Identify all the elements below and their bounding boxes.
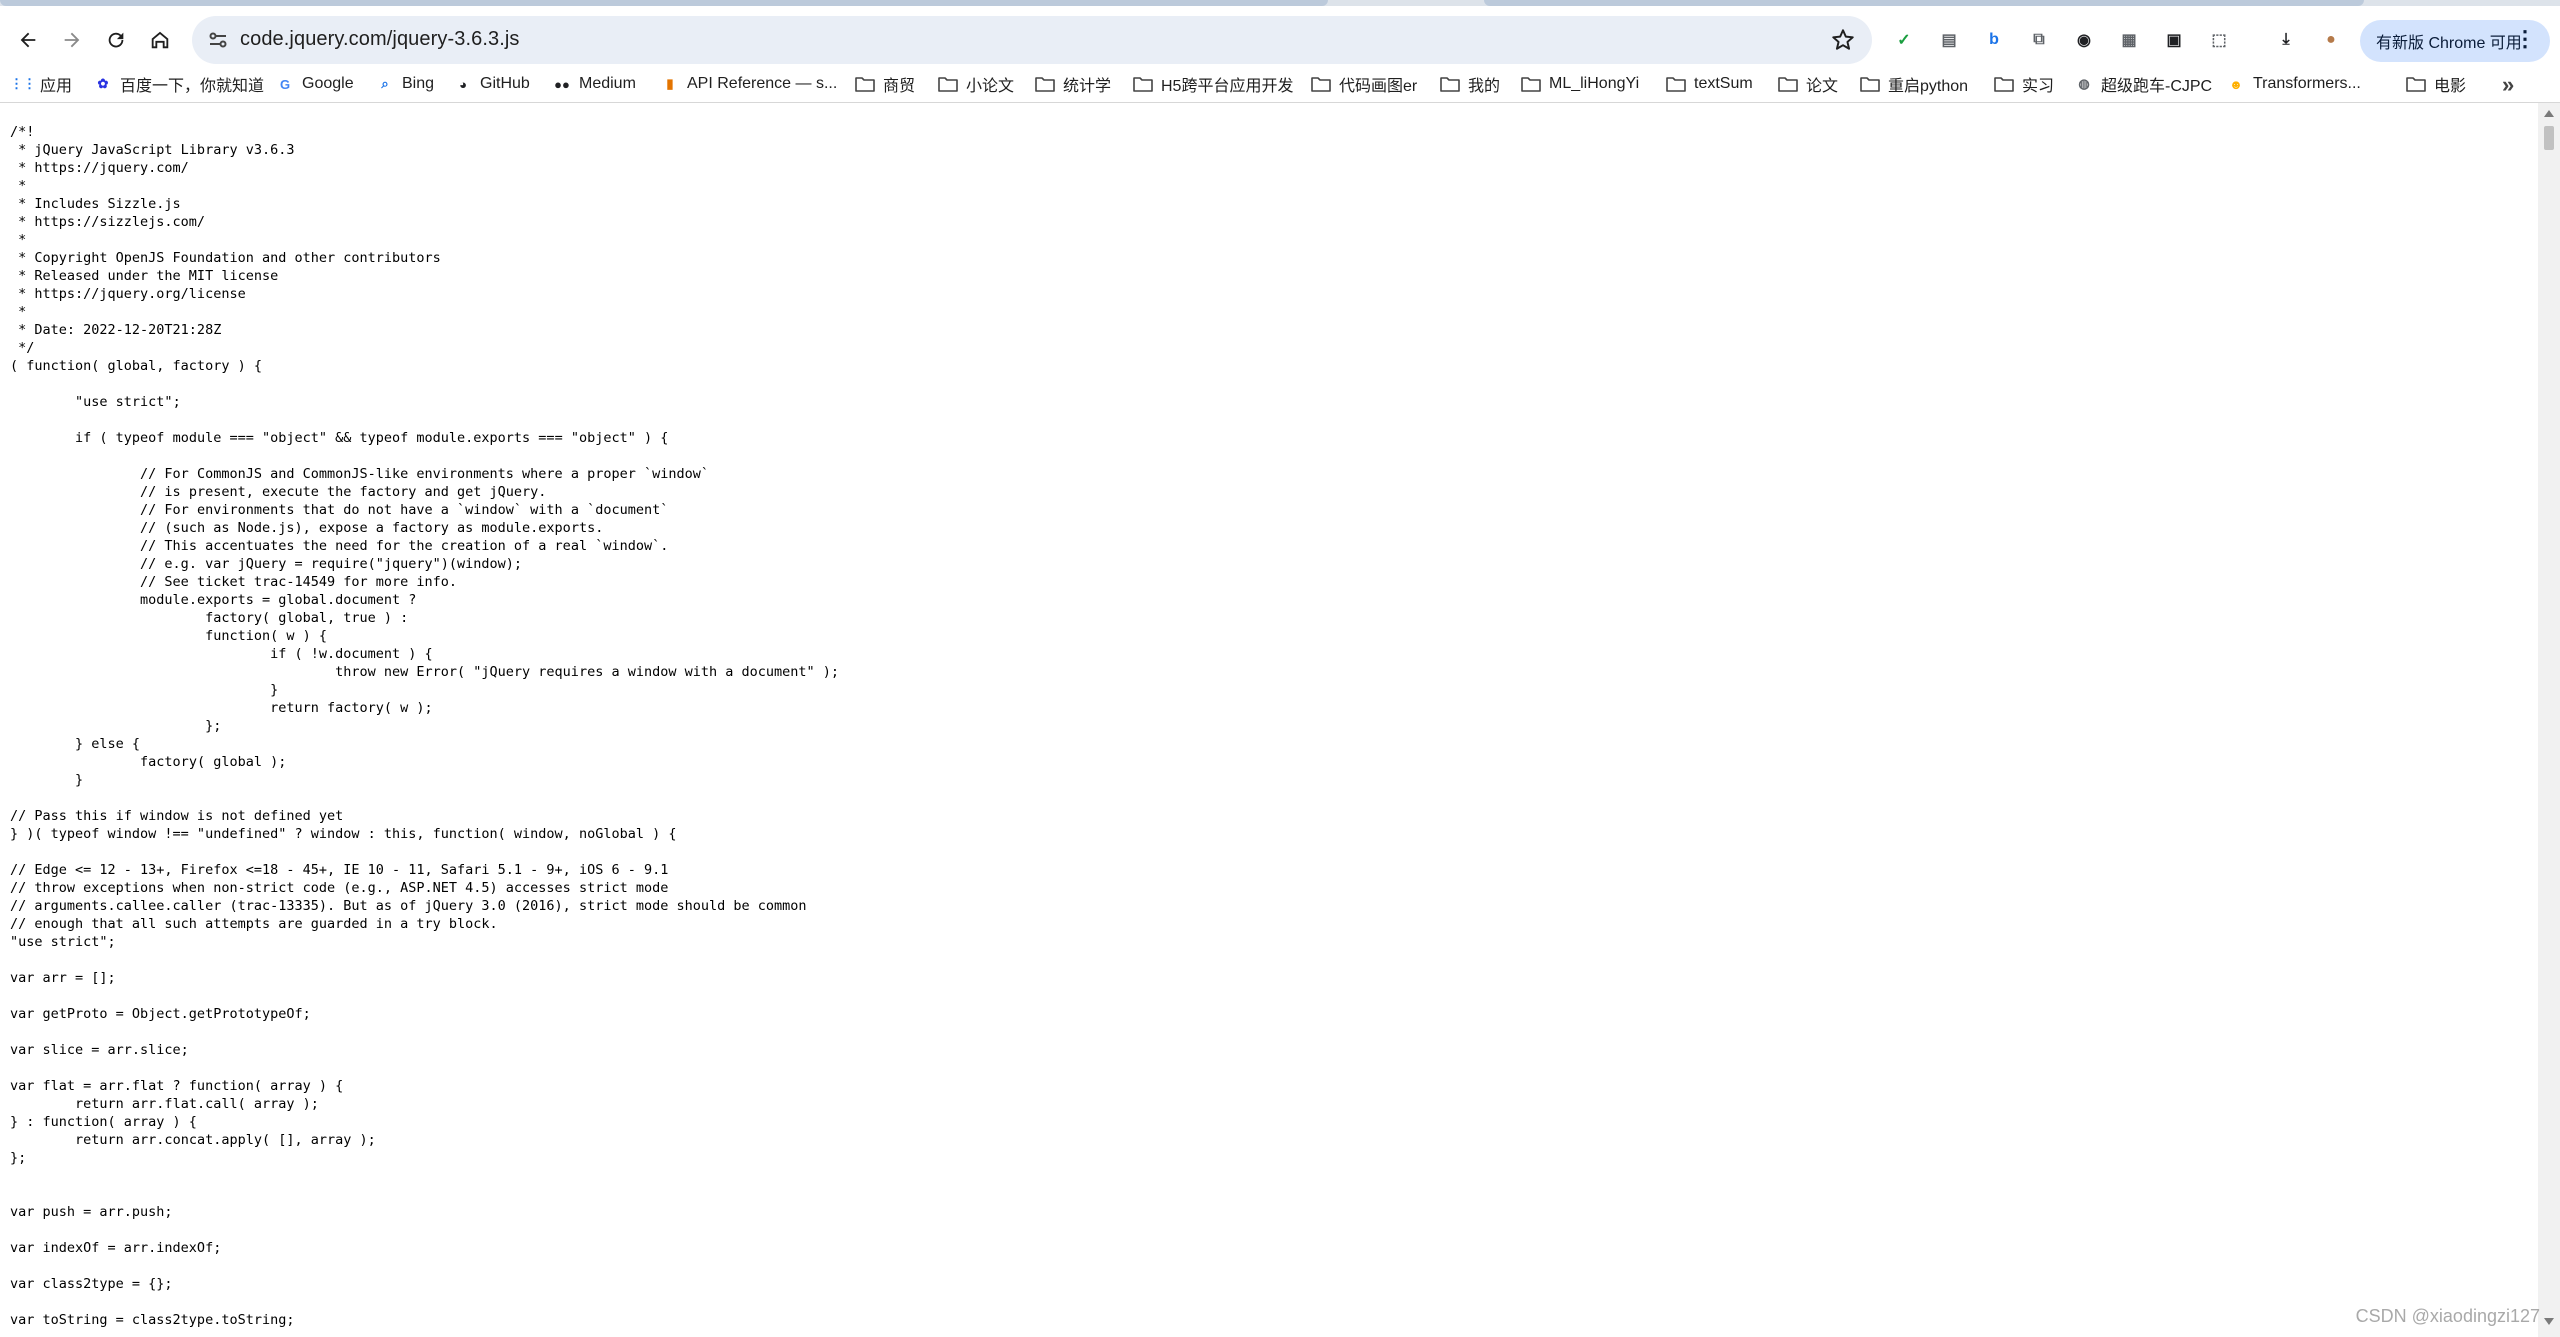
mask-extension-icon[interactable]: ◉ (2070, 26, 2098, 54)
folder-icon (1035, 76, 1055, 92)
bookmark-label: 重启python (1888, 78, 1969, 95)
arrow-right-icon (64, 32, 80, 48)
forward-button[interactable] (54, 22, 90, 58)
bookmark-item[interactable]: 实习 (1994, 72, 2054, 96)
bookmark-label: 统计学 (1063, 78, 1112, 95)
bookmark-item[interactable]: 小论文 (938, 72, 1014, 96)
bookmark-label: ML_liHongYi (1549, 75, 1640, 92)
home-icon (151, 31, 169, 49)
folder-icon (1994, 76, 2014, 92)
bookmark-item[interactable]: ☻ Transformers... (2227, 72, 2361, 96)
home-button[interactable] (142, 22, 178, 58)
site-info-icon[interactable] (206, 28, 230, 52)
counter-extension-icon[interactable]: ▣ (2160, 26, 2188, 54)
folder-icon (1666, 76, 1686, 92)
bookmark-label: Transformers... (2253, 75, 2361, 92)
baidu-icon: ✿ (97, 76, 109, 91)
hf-icon: ☻ (2229, 76, 2243, 92)
scroll-thumb[interactable] (2544, 126, 2554, 150)
bookmark-item[interactable]: ●● Medium (553, 72, 636, 96)
bookmark-label: 论文 (1806, 78, 1839, 95)
reload-button[interactable] (98, 22, 134, 58)
bookmark-item[interactable]: ML_liHongYi (1521, 72, 1639, 96)
bookmark-label: Bing (402, 75, 435, 92)
source-code-text: /*! * jQuery JavaScript Library v3.6.3 *… (10, 124, 840, 1328)
bookmark-label: 代码画图er (1339, 78, 1418, 95)
bookmark-item[interactable]: ⋮⋮ 应用 (10, 72, 73, 96)
bookmark-label: 应用 (40, 78, 73, 95)
bookmark-item[interactable]: 代码画图er (1311, 72, 1417, 96)
copy-extension-icon[interactable]: ⧉ (2025, 26, 2053, 54)
bookmark-label: Medium (579, 75, 636, 92)
bookmark-label: 电影 (2434, 78, 2467, 95)
folder-icon (1440, 76, 1460, 92)
folder-icon (938, 76, 958, 92)
bookmark-label: 小论文 (966, 78, 1015, 95)
globe-icon: ◍ (2078, 76, 2090, 91)
bookmark-item[interactable]: textSum (1666, 72, 1753, 96)
qr-extension-icon[interactable]: ▦ (2115, 26, 2143, 54)
bookmark-item[interactable]: ◕ GitHub (454, 72, 530, 96)
chrome-update-button[interactable]: 有新版 Chrome 可用 ⋮ (2360, 20, 2550, 62)
scroll-down-arrow-icon[interactable] (2544, 1318, 2554, 1325)
bookmark-item[interactable]: ▮ API Reference — s... (661, 72, 837, 96)
download-extension-icon[interactable]: ⤓ (2272, 26, 2300, 54)
bookmark-label: 商贸 (883, 78, 916, 95)
vertical-scrollbar[interactable] (2538, 103, 2560, 1337)
bookmark-label: textSum (1694, 75, 1753, 92)
apps-icon: ⋮⋮ (10, 76, 36, 91)
folder-icon (1778, 76, 1798, 92)
bookmark-label: H5跨平台应用开发 (1161, 78, 1294, 95)
reload-icon (108, 32, 124, 48)
more-menu-icon[interactable]: ⋮ (2514, 28, 2536, 50)
bookmark-label: Google (302, 75, 354, 92)
browser-toolbar: code.jquery.com/jquery-3.6.3.js ✓ ▤ b ⧉ ◉ ▦ ▣ ⬚… (0, 6, 2560, 66)
profile-avatar-icon[interactable]: ● (2317, 26, 2345, 54)
page-content: /*! * jQuery JavaScript Library v3.6.3 *… (0, 103, 2536, 1337)
folder-icon (1521, 76, 1541, 92)
shield-extension-icon[interactable]: ✓ (1890, 26, 1918, 54)
folder-icon (2406, 76, 2426, 92)
update-label: 有新版 Chrome 可用 (2376, 35, 2522, 52)
folder-icon (1133, 76, 1153, 92)
folder-icon (855, 76, 875, 92)
bookmarks-overflow-chevron-icon[interactable]: » (2502, 72, 2514, 98)
folder-icon (1860, 76, 1880, 92)
bookmark-item[interactable]: G Google (276, 72, 354, 96)
bookmark-item[interactable]: 重启python (1860, 72, 1968, 96)
bookmark-label: 实习 (2022, 78, 2055, 95)
bookmark-label: 百度一下，你就知道 (120, 78, 265, 95)
csdn-watermark: CSDN @xiaodingzi127 (2355, 1306, 2540, 1326)
github-icon: ◕ (459, 76, 467, 92)
address-bar[interactable]: code.jquery.com/jquery-3.6.3.js (192, 16, 1872, 64)
notes-extension-icon[interactable]: ▤ (1935, 26, 1963, 54)
bookmark-item[interactable]: 论文 (1778, 72, 1838, 96)
bing-extension-icon[interactable]: b (1980, 26, 2008, 54)
chart-icon: ▮ (666, 76, 674, 91)
bing-icon: ⌕ (381, 76, 389, 91)
puzzle-extension-icon[interactable]: ⬚ (2205, 26, 2233, 54)
bookmark-label: API Reference — s... (687, 75, 838, 92)
bookmark-star-icon[interactable] (1830, 27, 1856, 53)
bookmark-label: GitHub (480, 75, 530, 92)
url-text[interactable]: code.jquery.com/jquery-3.6.3.js (240, 28, 520, 51)
bookmark-item[interactable]: H5跨平台应用开发 (1133, 72, 1293, 96)
bookmark-item[interactable]: 我的 (1440, 72, 1500, 96)
bookmark-item[interactable]: ⌕ Bing (376, 72, 434, 96)
bookmark-item[interactable]: 商贸 (855, 72, 915, 96)
folder-icon (1311, 76, 1331, 92)
bookmark-item[interactable]: 电影 (2406, 72, 2466, 96)
arrow-left-icon (20, 32, 36, 48)
bookmark-item[interactable]: 统计学 (1035, 72, 1111, 96)
bookmark-item[interactable]: ◍ 超级跑车-CJPC (2075, 72, 2212, 96)
bookmark-label: 我的 (1468, 78, 1501, 95)
back-button[interactable] (10, 22, 46, 58)
medium-icon: ●● (554, 76, 570, 92)
bookmark-item[interactable]: ✿ 百度一下，你就知道 (94, 72, 264, 96)
scroll-up-arrow-icon[interactable] (2544, 110, 2554, 117)
google-icon: G (279, 76, 291, 92)
bookmark-label: 超级跑车-CJPC (2101, 78, 2213, 95)
bookmarks-bar: ⋮⋮ 应用 ✿ 百度一下，你就知道 G Google ⌕ Bing ◕ GitHub ●● Mediu… (0, 66, 2560, 103)
